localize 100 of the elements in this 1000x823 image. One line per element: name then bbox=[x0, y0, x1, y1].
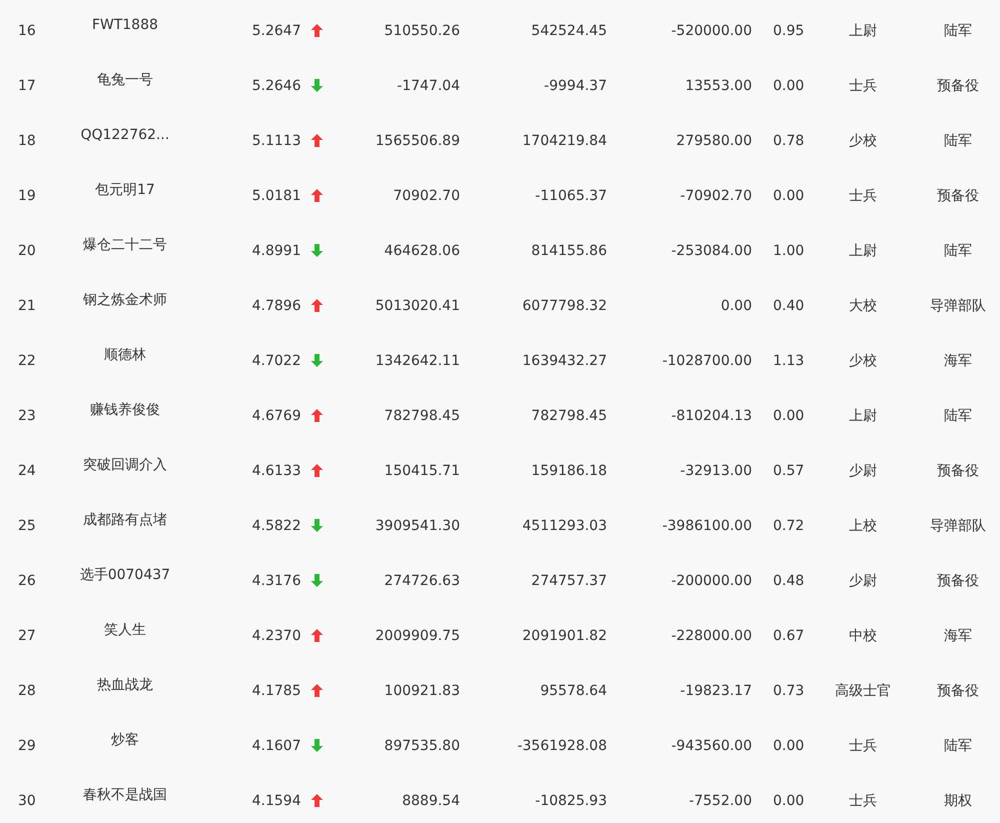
up-arrow-icon bbox=[311, 409, 323, 422]
branch-cell: 陆军 bbox=[944, 406, 972, 424]
table-cell-text: 0.40 bbox=[772, 298, 804, 314]
table-cell: 782798.45 bbox=[531, 408, 607, 424]
name-cell: 赚钱养俊俊 bbox=[90, 400, 160, 418]
table-cell-text: 1.00 bbox=[772, 242, 804, 258]
table-cell: 0.00 bbox=[720, 298, 752, 314]
table-cell: -9994.37 bbox=[544, 78, 607, 94]
table-cell: 1639432.27 bbox=[522, 352, 607, 368]
table-cell: -810204.13 bbox=[671, 408, 752, 424]
rank-cell-text: 22 bbox=[17, 352, 36, 368]
rank-title-cell: 上校 bbox=[849, 516, 877, 534]
value-cell: 4.6769 bbox=[252, 408, 301, 424]
table-cell: 100921.83 bbox=[384, 682, 460, 698]
table-cell-text: 0.78 bbox=[772, 132, 804, 148]
value-cell: 4.1607 bbox=[252, 738, 301, 754]
rank-title-cell: 士兵 bbox=[849, 736, 877, 754]
name-cell: FWT1888 bbox=[92, 16, 158, 32]
branch-cell: 导弹部队 bbox=[930, 296, 986, 314]
down-arrow-icon bbox=[311, 574, 323, 587]
rank-title-cell: 士兵 bbox=[849, 186, 877, 204]
name-cell: 突破回调介入 bbox=[83, 456, 167, 474]
rank-title-cell: 上尉 bbox=[849, 22, 877, 40]
table-cell: 1342642.11 bbox=[375, 352, 460, 368]
rank-title-cell: 大校 bbox=[849, 296, 877, 314]
table-cell-text: 0.00 bbox=[772, 738, 804, 754]
rank-title-cell: 高级士官 bbox=[835, 682, 891, 700]
branch-cell: 预备役 bbox=[937, 682, 979, 700]
name-cell: 选手0070437 bbox=[80, 566, 170, 584]
table-cell: 5013020.41 bbox=[375, 298, 460, 314]
rank-title-cell: 上尉 bbox=[849, 242, 877, 260]
up-arrow-icon bbox=[311, 464, 323, 477]
name-cell: 龟兔一号 bbox=[97, 70, 153, 88]
table-cell: -70902.70 bbox=[680, 188, 752, 204]
branch-cell: 海军 bbox=[944, 352, 972, 370]
table-cell: 95578.64 bbox=[540, 682, 607, 698]
table-cell-text: 0.48 bbox=[772, 572, 804, 588]
value-cell: 4.6133 bbox=[252, 462, 301, 478]
up-arrow-icon bbox=[311, 629, 323, 642]
table-cell-text: 0.00 bbox=[772, 792, 804, 808]
up-arrow-icon bbox=[311, 299, 323, 312]
rank-cell-text: 16 bbox=[17, 22, 36, 38]
table-cell: -3561928.08 bbox=[517, 738, 607, 754]
down-arrow-icon bbox=[311, 79, 323, 92]
table-cell: -520000.00 bbox=[671, 22, 752, 38]
up-arrow-icon bbox=[311, 684, 323, 697]
table-cell: 814155.86 bbox=[531, 242, 607, 258]
table-cell: -3986100.00 bbox=[662, 518, 752, 534]
value-cell: 5.2646 bbox=[252, 78, 301, 94]
table-cell: 6077798.32 bbox=[522, 298, 607, 314]
table-cell: 274757.37 bbox=[531, 572, 607, 588]
rank-cell-text: 29 bbox=[17, 738, 36, 754]
rank-cell-text: 25 bbox=[17, 518, 36, 534]
table-cell: 2009909.75 bbox=[375, 628, 460, 644]
table-cell-text: 1.13 bbox=[772, 352, 804, 368]
table-cell: 510550.26 bbox=[384, 22, 460, 38]
rank-cell-text: 18 bbox=[17, 132, 36, 148]
table-cell-text: 0.00 bbox=[772, 188, 804, 204]
value-cell: 4.1785 bbox=[252, 682, 301, 698]
table-cell: 4511293.03 bbox=[522, 518, 607, 534]
table-cell: 3909541.30 bbox=[375, 518, 460, 534]
table-cell: 70902.70 bbox=[393, 188, 460, 204]
rank-title-cell: 中校 bbox=[849, 626, 877, 644]
table-cell: 13553.00 bbox=[685, 78, 752, 94]
up-arrow-icon bbox=[311, 794, 323, 807]
table-cell: 542524.45 bbox=[531, 22, 607, 38]
branch-cell: 陆军 bbox=[944, 22, 972, 40]
table-cell: 782798.45 bbox=[384, 408, 460, 424]
table-cell-text: 0.73 bbox=[772, 682, 804, 698]
table-cell: 1565506.89 bbox=[375, 132, 460, 148]
value-cell: 4.7022 bbox=[252, 352, 301, 368]
branch-cell: 海军 bbox=[944, 626, 972, 644]
branch-cell: 导弹部队 bbox=[930, 516, 986, 534]
name-cell: 成都路有点堵 bbox=[83, 510, 167, 528]
rank-title-cell: 少校 bbox=[849, 132, 877, 150]
table-cell-text: 0.57 bbox=[772, 462, 804, 478]
value-cell: 5.1113 bbox=[252, 132, 301, 148]
table-cell: 274726.63 bbox=[384, 572, 460, 588]
value-cell: 4.1594 bbox=[252, 792, 301, 808]
rank-cell-text: 28 bbox=[17, 682, 36, 698]
rank-cell-text: 30 bbox=[17, 792, 36, 808]
table-cell: -7552.00 bbox=[689, 792, 752, 808]
name-cell: 笑人生 bbox=[104, 620, 146, 638]
rank-cell-text: 24 bbox=[17, 462, 36, 478]
table-cell: 8889.54 bbox=[402, 792, 460, 808]
table-cell: 464628.06 bbox=[384, 242, 460, 258]
table-cell: 897535.80 bbox=[384, 738, 460, 754]
name-cell: QQ122762... bbox=[80, 126, 170, 142]
table-cell: -1028700.00 bbox=[662, 352, 752, 368]
table-cell: -19823.17 bbox=[680, 682, 752, 698]
rank-title-cell: 少尉 bbox=[849, 572, 877, 590]
rank-cell-text: 23 bbox=[17, 408, 36, 424]
table-cell: -228000.00 bbox=[671, 628, 752, 644]
table-cell: 1704219.84 bbox=[522, 132, 607, 148]
rank-cell-text: 19 bbox=[17, 188, 36, 204]
down-arrow-icon bbox=[311, 739, 323, 752]
table-cell: -10825.93 bbox=[535, 792, 607, 808]
table-cell-text: 0.00 bbox=[772, 408, 804, 424]
value-cell: 5.0181 bbox=[252, 188, 301, 204]
table-cell: 159186.18 bbox=[531, 462, 607, 478]
